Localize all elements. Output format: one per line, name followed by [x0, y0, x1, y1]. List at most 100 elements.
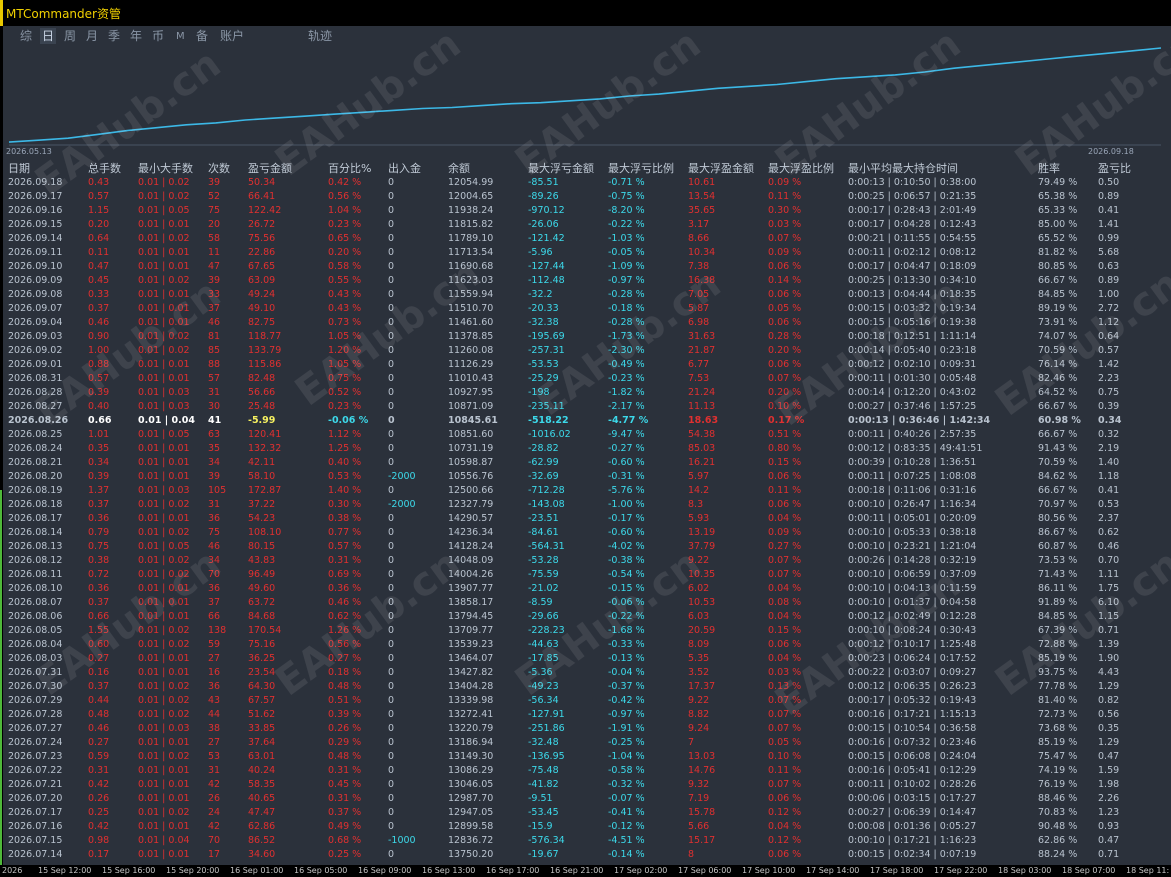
table-row[interactable]: 2026.08.12 0.38 0.01 | 0.02 34 43.83 0.31 % 0 1… — [0, 554, 1171, 568]
header-win-rate[interactable]: 胜率 — [1038, 161, 1060, 176]
table-row[interactable]: 2026.08.11 0.72 0.01 | 0.02 70 96.49 0.69 % 0 1… — [0, 568, 1171, 582]
table-row[interactable]: 2026.08.20 0.39 0.01 | 0.01 39 58.10 0.53 % -2… — [0, 470, 1171, 484]
cell-max-float-profit: 9.32 — [688, 779, 710, 790]
table-row[interactable]: 2026.08.25 1.01 0.01 | 0.05 63 120.41 1.12 % 0… — [0, 428, 1171, 442]
table-row[interactable]: 2026.09.04 0.46 0.01 | 0.01 46 82.75 0.73 % 0 1… — [0, 316, 1171, 330]
cell-max-float-profit: 7.38 — [688, 261, 710, 272]
cell-win-rate: 91.89 % — [1038, 597, 1078, 608]
table-row[interactable]: 2026.07.21 0.42 0.01 | 0.01 42 58.35 0.45 % 0 1… — [0, 778, 1171, 792]
table-row[interactable]: 2026.08.31 0.57 0.01 | 0.01 57 82.48 0.75 % 0 1… — [0, 372, 1171, 386]
cell-max-float-profit-pct: 0.06 % — [768, 317, 802, 328]
tab-1[interactable]: 日 — [40, 28, 57, 45]
cell-date: 2026.07.30 — [8, 681, 63, 692]
table-row[interactable]: 2026.08.19 1.37 0.01 | 0.03 105 172.87 1.40 %… — [0, 484, 1171, 498]
cell-hold-time: 0:00:16 | 0:07:32 | 0:23:46 — [848, 737, 977, 748]
header-max-float-loss-pct[interactable]: 最大浮亏比例 — [608, 161, 674, 176]
table-row[interactable]: 2026.09.08 0.33 0.01 | 0.01 33 49.24 0.43 % 0 1… — [0, 288, 1171, 302]
table-row[interactable]: 2026.09.02 1.00 0.01 | 0.02 85 133.79 1.20 % 0… — [0, 344, 1171, 358]
tab-3[interactable]: 月 — [86, 28, 98, 45]
header-hold-time[interactable]: 最小平均最大持仓时间 — [848, 161, 958, 176]
cell-count: 17 — [208, 849, 221, 860]
header-max-float-profit-pct[interactable]: 最大浮盈比例 — [768, 161, 834, 176]
tab-7[interactable]: M — [176, 28, 185, 45]
tab-0[interactable]: 综 — [20, 28, 32, 45]
table-row[interactable]: 2026.08.24 0.35 0.01 | 0.01 35 132.32 1.25 % 0… — [0, 442, 1171, 456]
table-row[interactable]: 2026.07.29 0.44 0.01 | 0.02 43 67.57 0.51 % 0 1… — [0, 694, 1171, 708]
header-max-float-profit[interactable]: 最大浮盈金额 — [688, 161, 754, 176]
table-row[interactable]: 2026.08.03 0.27 0.01 | 0.01 27 36.25 0.27 % 0 1… — [0, 652, 1171, 666]
cell-count: 39 — [208, 275, 221, 286]
table-row[interactable]: 2026.09.01 0.88 0.01 | 0.01 88 115.86 1.05 % 0… — [0, 358, 1171, 372]
table-row[interactable]: 2026.07.14 0.17 0.01 | 0.01 17 34.60 0.25 % 0 1… — [0, 848, 1171, 862]
header-min-max-lots[interactable]: 最小大手数 — [138, 161, 193, 176]
table-row[interactable]: 2026.09.18 0.43 0.01 | 0.02 39 50.34 0.42 % 0 1… — [0, 176, 1171, 190]
table-row[interactable]: 2026.08.10 0.36 0.01 | 0.01 36 49.60 0.36 % 0 1… — [0, 582, 1171, 596]
cell-hold-time: 0:00:18 | 0:11:06 | 0:31:16 — [848, 485, 977, 496]
table-row[interactable]: 2026.08.06 0.66 0.01 | 0.01 66 84.68 0.62 % 0 1… — [0, 610, 1171, 624]
header-pct[interactable]: 百分比% — [328, 161, 371, 176]
cell-pnl: 50.34 — [248, 177, 276, 188]
table-row[interactable]: 2026.08.14 0.79 0.01 | 0.02 75 108.10 0.77 % 0… — [0, 526, 1171, 540]
cell-max-float-loss-pct: -0.28 % — [608, 289, 645, 300]
table-row[interactable]: 2026.08.28 0.39 0.01 | 0.03 31 56.66 0.52 % 0 1… — [0, 386, 1171, 400]
cell-pl-ratio: 0.32 — [1098, 429, 1120, 440]
cell-hold-time: 0:00:14 | 0:05:40 | 0:23:18 — [848, 345, 977, 356]
tab-5[interactable]: 年 — [130, 28, 142, 45]
tab-6[interactable]: 币 — [152, 28, 164, 45]
tab-2[interactable]: 周 — [64, 28, 76, 45]
tab-9[interactable]: 账户 — [220, 28, 244, 45]
table-row[interactable]: 2026.09.09 0.45 0.01 | 0.02 39 63.09 0.55 % 0 1… — [0, 274, 1171, 288]
table-row[interactable]: 2026.08.27 0.40 0.01 | 0.03 30 25.48 0.23 % 0 1… — [0, 400, 1171, 414]
table-row[interactable]: 2026.07.20 0.26 0.01 | 0.01 26 40.65 0.31 % 0 1… — [0, 792, 1171, 806]
table-row[interactable]: 2026.08.13 0.75 0.01 | 0.05 46 80.15 0.57 % 0 1… — [0, 540, 1171, 554]
header-count[interactable]: 次数 — [208, 161, 230, 176]
tab-4[interactable]: 季 — [108, 28, 120, 45]
header-max-float-loss[interactable]: 最大浮亏金额 — [528, 161, 594, 176]
table-row[interactable]: 2026.09.15 0.20 0.01 | 0.01 20 26.72 0.23 % 0 1… — [0, 218, 1171, 232]
table-row[interactable]: 2026.07.16 0.42 0.01 | 0.01 42 62.86 0.49 % 0 1… — [0, 820, 1171, 834]
tab-8[interactable]: 备 — [196, 28, 208, 45]
table-row[interactable]: 2026.08.07 0.37 0.01 | 0.01 37 63.72 0.46 % 0 1… — [0, 596, 1171, 610]
table-row[interactable]: 2026.09.17 0.57 0.01 | 0.02 52 66.41 0.56 % 0 1… — [0, 190, 1171, 204]
table-row[interactable]: 2026.07.28 0.48 0.01 | 0.02 44 51.62 0.39 % 0 1… — [0, 708, 1171, 722]
cell-hold-time: 0:00:08 | 0:01:36 | 0:05:27 — [848, 821, 977, 832]
cell-win-rate: 66.67 % — [1038, 429, 1078, 440]
cell-date: 2026.07.15 — [8, 835, 63, 846]
cell-max-float-profit-pct: 0.07 % — [768, 555, 802, 566]
table-row[interactable]: 2026.07.15 0.98 0.01 | 0.04 70 86.52 0.68 % -1… — [0, 834, 1171, 848]
header-total-lots[interactable]: 总手数 — [88, 161, 121, 176]
table-row[interactable]: 2026.07.24 0.27 0.01 | 0.01 27 37.64 0.29 % 0 1… — [0, 736, 1171, 750]
header-deposit[interactable]: 出入金 — [388, 161, 421, 176]
table-row[interactable]: 2026.09.07 0.37 0.01 | 0.01 37 49.10 0.43 % 0 1… — [0, 302, 1171, 316]
table-row[interactable]: 2026.08.17 0.36 0.01 | 0.01 36 54.23 0.38 % 0 1… — [0, 512, 1171, 526]
header-pl-ratio[interactable]: 盈亏比 — [1098, 161, 1131, 176]
cell-count: 70 — [208, 569, 221, 580]
table-row[interactable]: 2026.07.31 0.16 0.01 | 0.01 16 23.54 0.18 % 0 1… — [0, 666, 1171, 680]
table-row[interactable]: 2026.09.03 0.90 0.01 | 0.02 81 118.77 1.05 % 0… — [0, 330, 1171, 344]
table-row[interactable]: 2026.07.27 0.46 0.01 | 0.03 38 33.85 0.26 % 0 1… — [0, 722, 1171, 736]
tab-10[interactable]: 轨迹 — [308, 28, 332, 45]
table-row[interactable]: 2026.08.21 0.34 0.01 | 0.01 34 42.11 0.40 % 0 1… — [0, 456, 1171, 470]
header-date[interactable]: 日期 — [8, 161, 30, 176]
table-row[interactable]: 2026.09.14 0.64 0.01 | 0.02 58 75.56 0.65 % 0 1… — [0, 232, 1171, 246]
table-row[interactable]: 2026.07.30 0.37 0.01 | 0.02 36 64.30 0.48 % 0 1… — [0, 680, 1171, 694]
table-row[interactable]: 2026.08.05 1.55 0.01 | 0.02 138 170.54 1.26 %… — [0, 624, 1171, 638]
header-pnl[interactable]: 盈亏金额 — [248, 161, 292, 176]
cell-max-float-profit-pct: 0.06 % — [768, 359, 802, 370]
cell-pl-ratio: 0.99 — [1098, 233, 1120, 244]
table-row[interactable]: 2026.08.04 0.60 0.01 | 0.02 59 75.16 0.56 % 0 1… — [0, 638, 1171, 652]
cell-total-lots: 1.37 — [88, 485, 110, 496]
table-row[interactable]: 2026.09.16 1.15 0.01 | 0.05 75 122.42 1.04 % 0… — [0, 204, 1171, 218]
table-row[interactable]: 2026.07.22 0.31 0.01 | 0.01 31 40.24 0.31 % 0 1… — [0, 764, 1171, 778]
table-row[interactable]: 2026.09.11 0.11 0.01 | 0.01 11 22.86 0.20 % 0 1… — [0, 246, 1171, 260]
table-row[interactable]: 2026.09.10 0.47 0.01 | 0.01 47 67.65 0.58 % 0 1… — [0, 260, 1171, 274]
table-row[interactable]: 2026.07.17 0.25 0.01 | 0.02 24 47.47 0.37 % 0 1… — [0, 806, 1171, 820]
header-balance[interactable]: 余额 — [448, 161, 470, 176]
cell-max-float-loss-pct: -0.07 % — [608, 793, 645, 804]
table-row[interactable]: 2026.08.26 0.66 0.01 | 0.04 41 -5.99 -0.06 % 0… — [0, 414, 1171, 428]
table-row[interactable]: 2026.08.18 0.37 0.01 | 0.02 31 37.22 0.30 % -2… — [0, 498, 1171, 512]
table-row[interactable]: 2026.07.23 0.59 0.01 | 0.02 53 63.01 0.48 % 0 1… — [0, 750, 1171, 764]
cell-deposit: 0 — [388, 611, 395, 622]
cell-max-float-loss: -28.82 — [528, 443, 559, 454]
cell-hold-time: 0:00:17 | 0:04:47 | 0:18:09 — [848, 261, 977, 272]
